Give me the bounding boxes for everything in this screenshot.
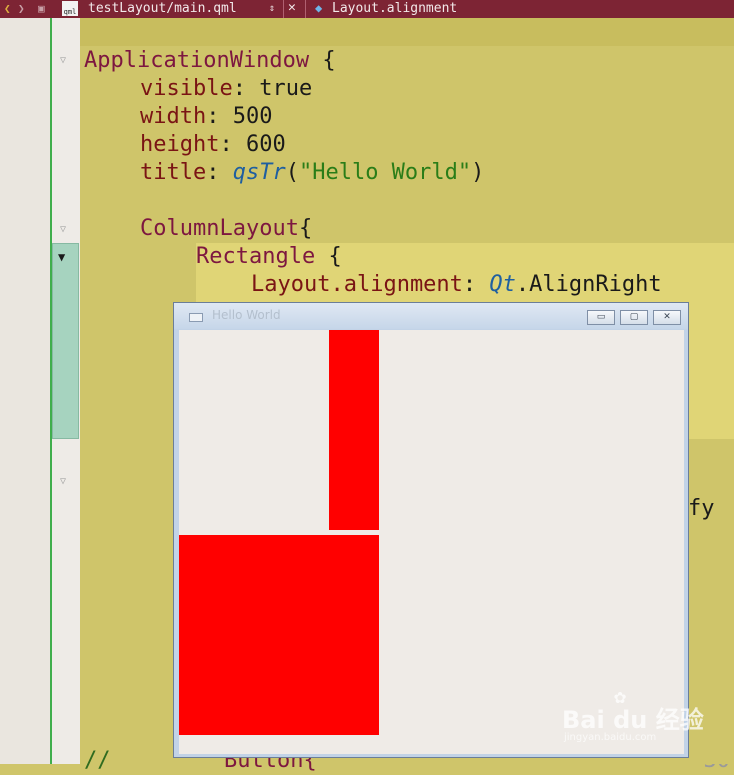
value-token: : 600	[219, 132, 286, 157]
punct-token: :	[206, 160, 233, 185]
property-token: Layout.alignment	[251, 272, 463, 297]
lock-icon[interactable]: ▣	[38, 2, 45, 15]
code-line-21-fragment[interactable]: fy	[688, 495, 715, 523]
punct-token: :	[462, 272, 490, 297]
fold-marker-icon[interactable]: ▽	[60, 55, 66, 66]
file-tab-label[interactable]: testLayout/main.qml	[88, 0, 237, 18]
watermark-brand: Bai du 经验	[562, 706, 704, 734]
red-rectangle-large	[179, 535, 379, 735]
line-number-gutter	[0, 18, 50, 764]
window-title: Hello World	[212, 308, 281, 322]
fold-marker-icon[interactable]: ▽	[60, 476, 66, 487]
forward-arrow-icon[interactable]: ❯	[18, 2, 25, 15]
code-line-30[interactable]: //Button{	[84, 747, 317, 775]
type-token: ColumnLayout	[140, 216, 299, 241]
symbol-tab-label[interactable]: Layout.alignment	[332, 0, 457, 18]
code-line-13[interactable]: Layout.alignment: Qt.AlignRight	[251, 271, 662, 299]
punct-token: )	[471, 160, 485, 185]
tab-divider	[305, 0, 306, 18]
code-line-5[interactable]: ApplicationWindow {	[84, 47, 336, 75]
punct-token: {	[315, 244, 342, 269]
punct-token: {	[298, 216, 313, 241]
editor-tab-bar: ❮ ❯ ▣ qml testLayout/main.qml ⇕ ✕ ◆ Layo…	[0, 0, 734, 18]
punct-token: {	[309, 48, 336, 73]
baidu-watermark: Bai du 经验 ✿ jingyan.baidu.com	[562, 684, 730, 748]
value-token: : true	[232, 76, 313, 101]
code-line-9[interactable]: title: qsTr("Hello World")	[140, 159, 484, 187]
maximize-button[interactable]: ▢	[620, 310, 648, 325]
property-token: height	[140, 132, 220, 157]
punct-token: (	[285, 160, 299, 185]
enum-scope-token: Qt	[489, 272, 516, 297]
type-token: Rectangle	[196, 244, 316, 269]
scope-highlight	[80, 18, 734, 46]
file-dropdown-icon[interactable]: ⇕	[269, 3, 275, 14]
fold-marker-icon[interactable]: ▽	[60, 224, 66, 235]
code-line-7[interactable]: width: 500	[140, 103, 272, 131]
fold-selection-range	[52, 243, 79, 439]
back-arrow-icon[interactable]: ❮	[4, 2, 11, 15]
tab-divider	[283, 0, 284, 18]
symbol-icon: ◆	[315, 1, 323, 15]
property-token: title	[140, 160, 207, 185]
property-token: width	[140, 104, 207, 129]
close-button[interactable]: ✕	[653, 310, 681, 325]
function-token: qsTr	[232, 160, 286, 185]
watermark-url: jingyan.baidu.com	[564, 732, 657, 743]
minimize-button[interactable]: ▭	[587, 310, 615, 325]
window-titlebar[interactable]: Hello World ▭ ▢ ✕	[174, 303, 688, 329]
property-token: visible	[140, 76, 233, 101]
close-file-icon[interactable]: ✕	[288, 0, 296, 15]
red-rectangle-right-aligned	[329, 330, 379, 530]
string-token: "Hello World"	[298, 160, 472, 185]
fold-marker-active-icon[interactable]: ▼	[58, 250, 65, 264]
value-token: : 500	[206, 104, 273, 129]
qml-file-icon: qml	[62, 1, 78, 16]
type-token: ApplicationWindow	[84, 48, 310, 73]
comment-token: //	[84, 748, 111, 773]
code-line-12[interactable]: Rectangle {	[196, 243, 342, 271]
file-type-badge: qml	[63, 8, 77, 16]
code-line-11[interactable]: ColumnLayout{	[140, 215, 312, 243]
code-line-8[interactable]: height: 600	[140, 131, 286, 159]
paw-icon: ✿	[614, 684, 627, 708]
value-token: .AlignRight	[515, 272, 662, 297]
code-line-6[interactable]: visible: true	[140, 75, 312, 103]
window-app-icon	[189, 313, 203, 322]
